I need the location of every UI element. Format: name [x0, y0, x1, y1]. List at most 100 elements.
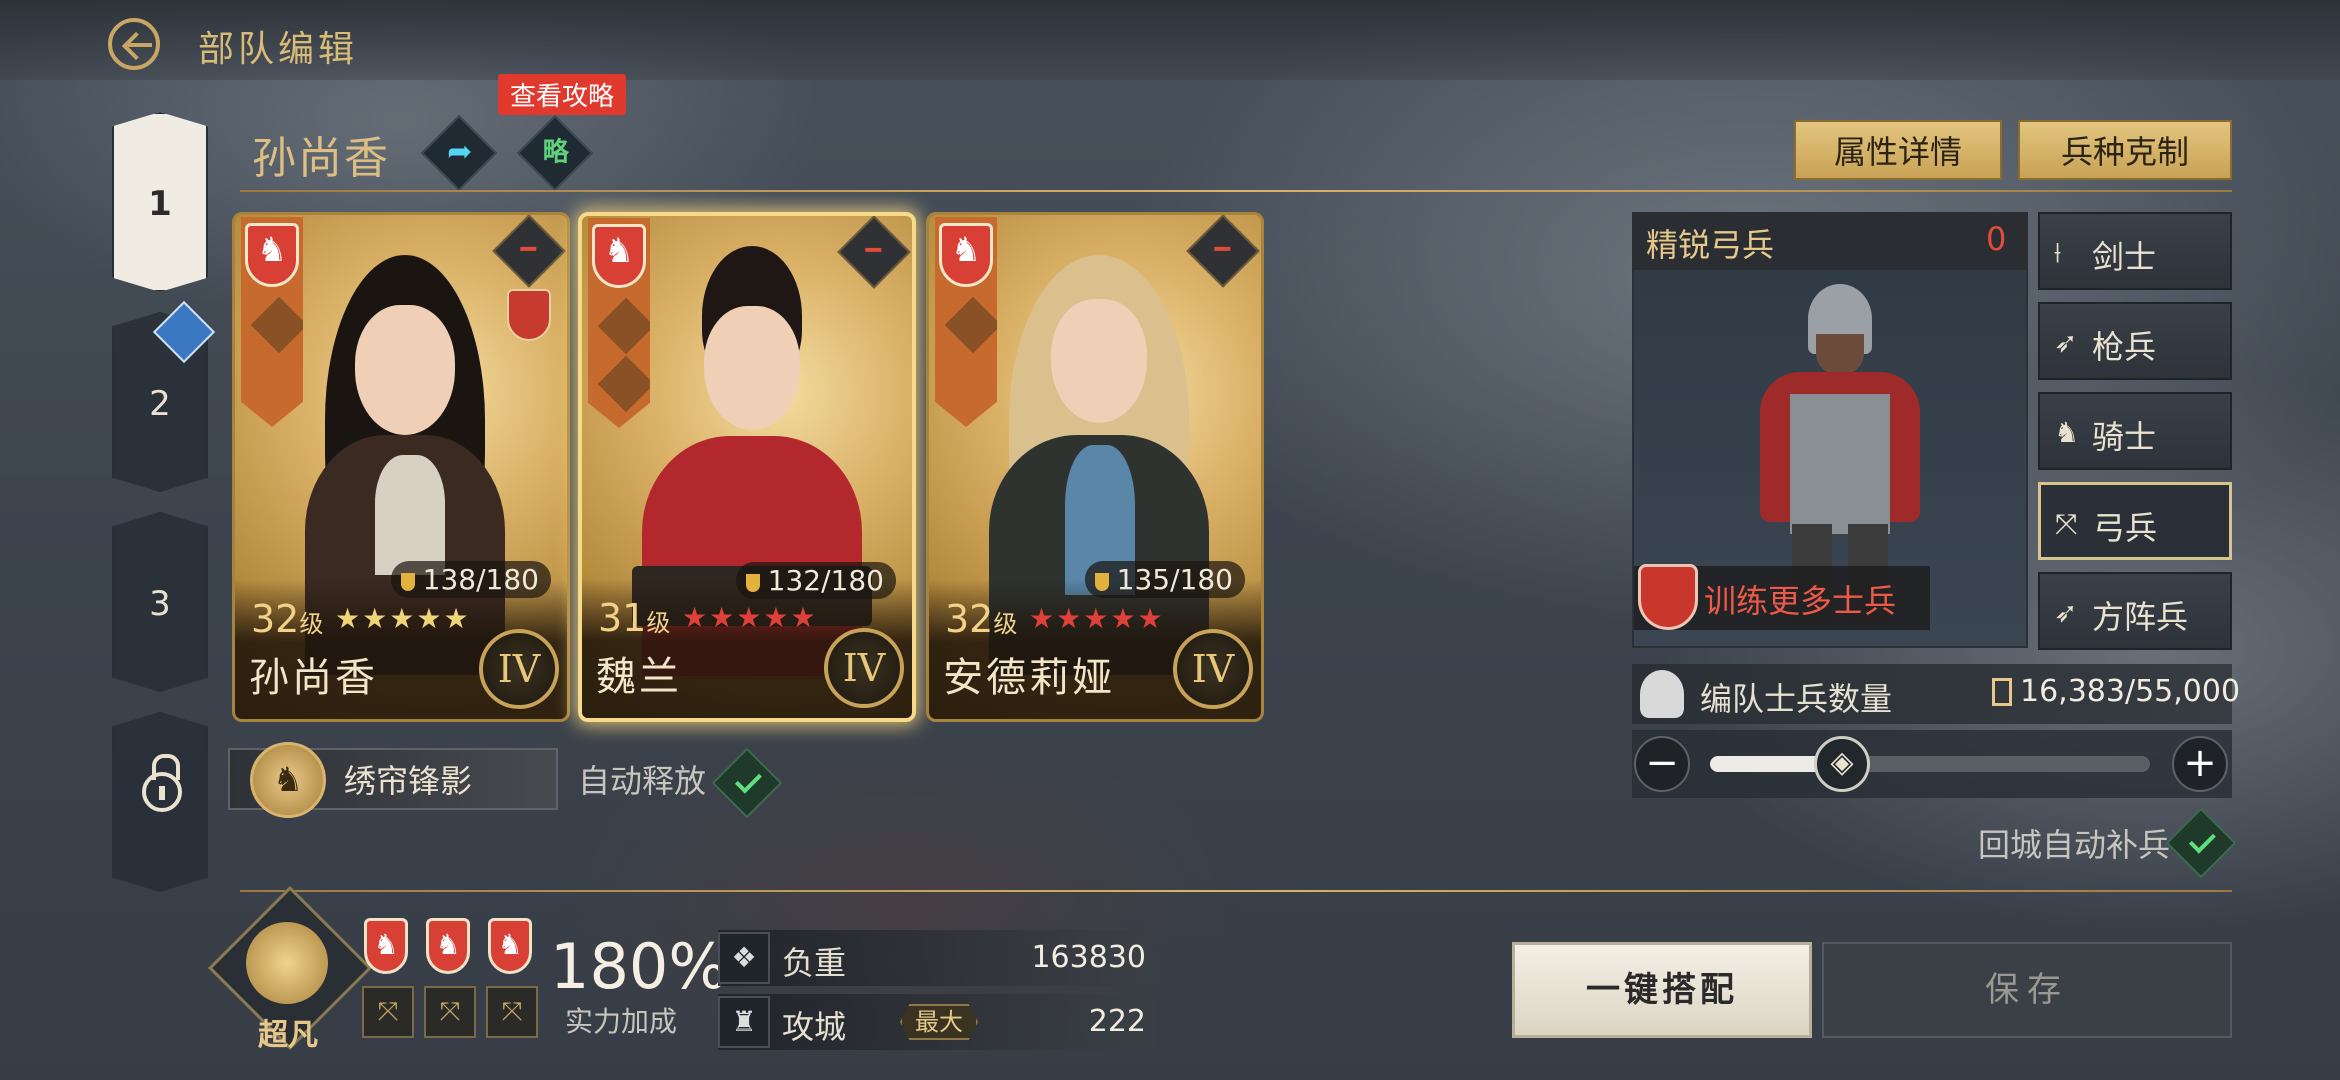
bow-icon: ⤧	[486, 986, 538, 1038]
star-icon: ★	[763, 601, 791, 634]
power-bonus-label: 实力加成	[565, 1005, 678, 1038]
star-icon: ★	[1110, 602, 1138, 635]
troop-type-label: 剑士	[2092, 238, 2157, 276]
troop-type-label: 枪兵	[2092, 328, 2157, 366]
star-rating: ★★★★★	[1029, 602, 1165, 635]
archer-unit-icon	[250, 296, 303, 354]
sword-icon: ⟊	[2054, 236, 2062, 269]
hero-card[interactable]: 138/180 32级 ★★★★★ 孙尚香 IV	[232, 212, 570, 722]
stamina-bottle-icon	[745, 574, 760, 592]
troop-count-value: 16,383/55,000	[2020, 674, 2241, 709]
archer-unit-icon	[597, 297, 650, 355]
tower-icon: ♜	[718, 996, 770, 1048]
lock-icon	[142, 754, 182, 812]
formation-slot-1[interactable]: 1	[112, 112, 208, 292]
star-icon: ★	[736, 601, 764, 634]
stamina-value: 138/180	[422, 563, 539, 596]
pike-icon: ➶	[2054, 596, 2078, 629]
horse-icon: ♞	[2054, 416, 2080, 449]
stamina-counter: 132/180	[735, 562, 896, 599]
tier-badge: IV	[1173, 629, 1253, 709]
star-rating: ★★★★★	[682, 601, 818, 634]
auto-refill-label: 回城自动补兵	[1978, 826, 2171, 864]
skill-rider-icon[interactable]: ♞	[250, 742, 326, 818]
bow-icon: ⤧	[362, 986, 414, 1038]
faction-shield-icon: ♞	[426, 918, 470, 974]
troop-type-archer[interactable]: ⤧ 弓兵	[2038, 482, 2232, 560]
load-label: 负重	[782, 944, 847, 982]
auto-cast-label: 自动释放	[578, 762, 707, 800]
stack-icon: ❖	[718, 932, 770, 984]
divider	[240, 890, 2232, 892]
star-icon: ★	[362, 602, 390, 635]
decrease-button[interactable]: −	[1634, 736, 1690, 792]
load-value: 163830	[1031, 940, 1146, 975]
troop-type-knight[interactable]: ♞ 骑士	[2038, 392, 2232, 470]
siege-value: 222	[1088, 1004, 1146, 1039]
level-unit: 级	[993, 610, 1018, 638]
star-icon: ★	[389, 602, 417, 635]
stamina-counter: 138/180	[390, 561, 551, 598]
tier-badge: IV	[824, 628, 904, 708]
helmet-shield-icon	[1638, 564, 1698, 630]
troop-type-phalanx[interactable]: ➶ 方阵兵	[2038, 572, 2232, 650]
calculator-icon	[1992, 678, 2012, 706]
train-troops-label: 训练更多士兵	[1704, 582, 1897, 620]
troop-type-label: 方阵兵	[2092, 598, 2189, 636]
troop-count-label: 编队士兵数量	[1700, 680, 1893, 718]
save-button[interactable]: 保存	[1822, 942, 2232, 1038]
increase-button[interactable]: +	[2172, 736, 2228, 792]
star-icon: ★	[682, 601, 710, 634]
hero-level: 31级	[598, 596, 670, 640]
sword-unit-icon	[597, 355, 650, 413]
hero-level: 32级	[945, 597, 1017, 641]
formation-slot-3[interactable]: 3	[112, 512, 208, 692]
troop-name: 精锐弓兵	[1646, 226, 1775, 264]
formation-slot-locked[interactable]	[112, 712, 208, 892]
troop-slider-handle[interactable]: ◈	[1814, 736, 1870, 792]
hero-card[interactable]: 135/180 32级 ★★★★★ 安德莉娅 IV	[926, 212, 1264, 722]
attribute-details-button[interactable]: 属性详情	[1794, 120, 2002, 180]
level-value: 32	[251, 597, 300, 641]
troop-type-swordsman[interactable]: ⟊ 剑士	[2038, 212, 2232, 290]
faction-shield-icon: ♞	[364, 918, 408, 974]
bow-icon: ⤧	[2055, 507, 2078, 540]
star-icon: ★	[416, 602, 444, 635]
star-icon: ★	[1029, 602, 1057, 635]
bonus-shield-icon	[507, 289, 551, 341]
star-icon: ★	[335, 602, 363, 635]
level-value: 31	[598, 596, 647, 640]
stamina-value: 135/180	[1116, 563, 1233, 596]
share-arrow-icon: ➦	[447, 134, 473, 170]
skill-name: 绣帘锋影	[344, 762, 473, 800]
rank-name: 超凡	[258, 1018, 318, 1053]
level-unit: 级	[299, 610, 324, 638]
stamina-counter: 135/180	[1084, 561, 1245, 598]
slot-number: 3	[149, 584, 171, 624]
siege-label: 攻城	[782, 1008, 847, 1046]
troop-count: 0	[1986, 220, 2007, 258]
guide-tooltip[interactable]: 查看攻略	[498, 74, 627, 115]
card-hero-name: 孙尚香	[249, 655, 378, 701]
troop-counter-button[interactable]: 兵种克制	[2018, 120, 2232, 180]
faction-shield-icon: ♞	[488, 918, 532, 974]
star-icon: ★	[443, 602, 471, 635]
page-title: 部队编辑	[198, 29, 359, 70]
faction-shield-icon	[939, 223, 993, 287]
faction-shield-icon	[592, 224, 646, 288]
troop-type-spearman[interactable]: ➶ 枪兵	[2038, 302, 2232, 380]
back-arrow-icon[interactable]	[108, 18, 160, 70]
star-icon: ★	[1056, 602, 1084, 635]
stamina-bottle-icon	[1094, 573, 1109, 591]
power-bonus-value: 180%	[550, 930, 728, 1003]
helmet-icon	[1640, 670, 1684, 718]
stamina-bottle-icon	[400, 573, 415, 591]
star-rating: ★★★★★	[335, 602, 471, 635]
divider	[240, 190, 2232, 192]
archer-unit-icon	[944, 296, 997, 354]
auto-assign-button[interactable]: 一键搭配	[1512, 942, 1812, 1038]
hero-level: 32级	[251, 597, 323, 641]
hero-name: 孙尚香	[252, 133, 390, 184]
hero-card-selected[interactable]: 132/180 31级 ★★★★★ 魏兰 IV	[578, 212, 916, 722]
level-unit: 级	[646, 609, 671, 637]
